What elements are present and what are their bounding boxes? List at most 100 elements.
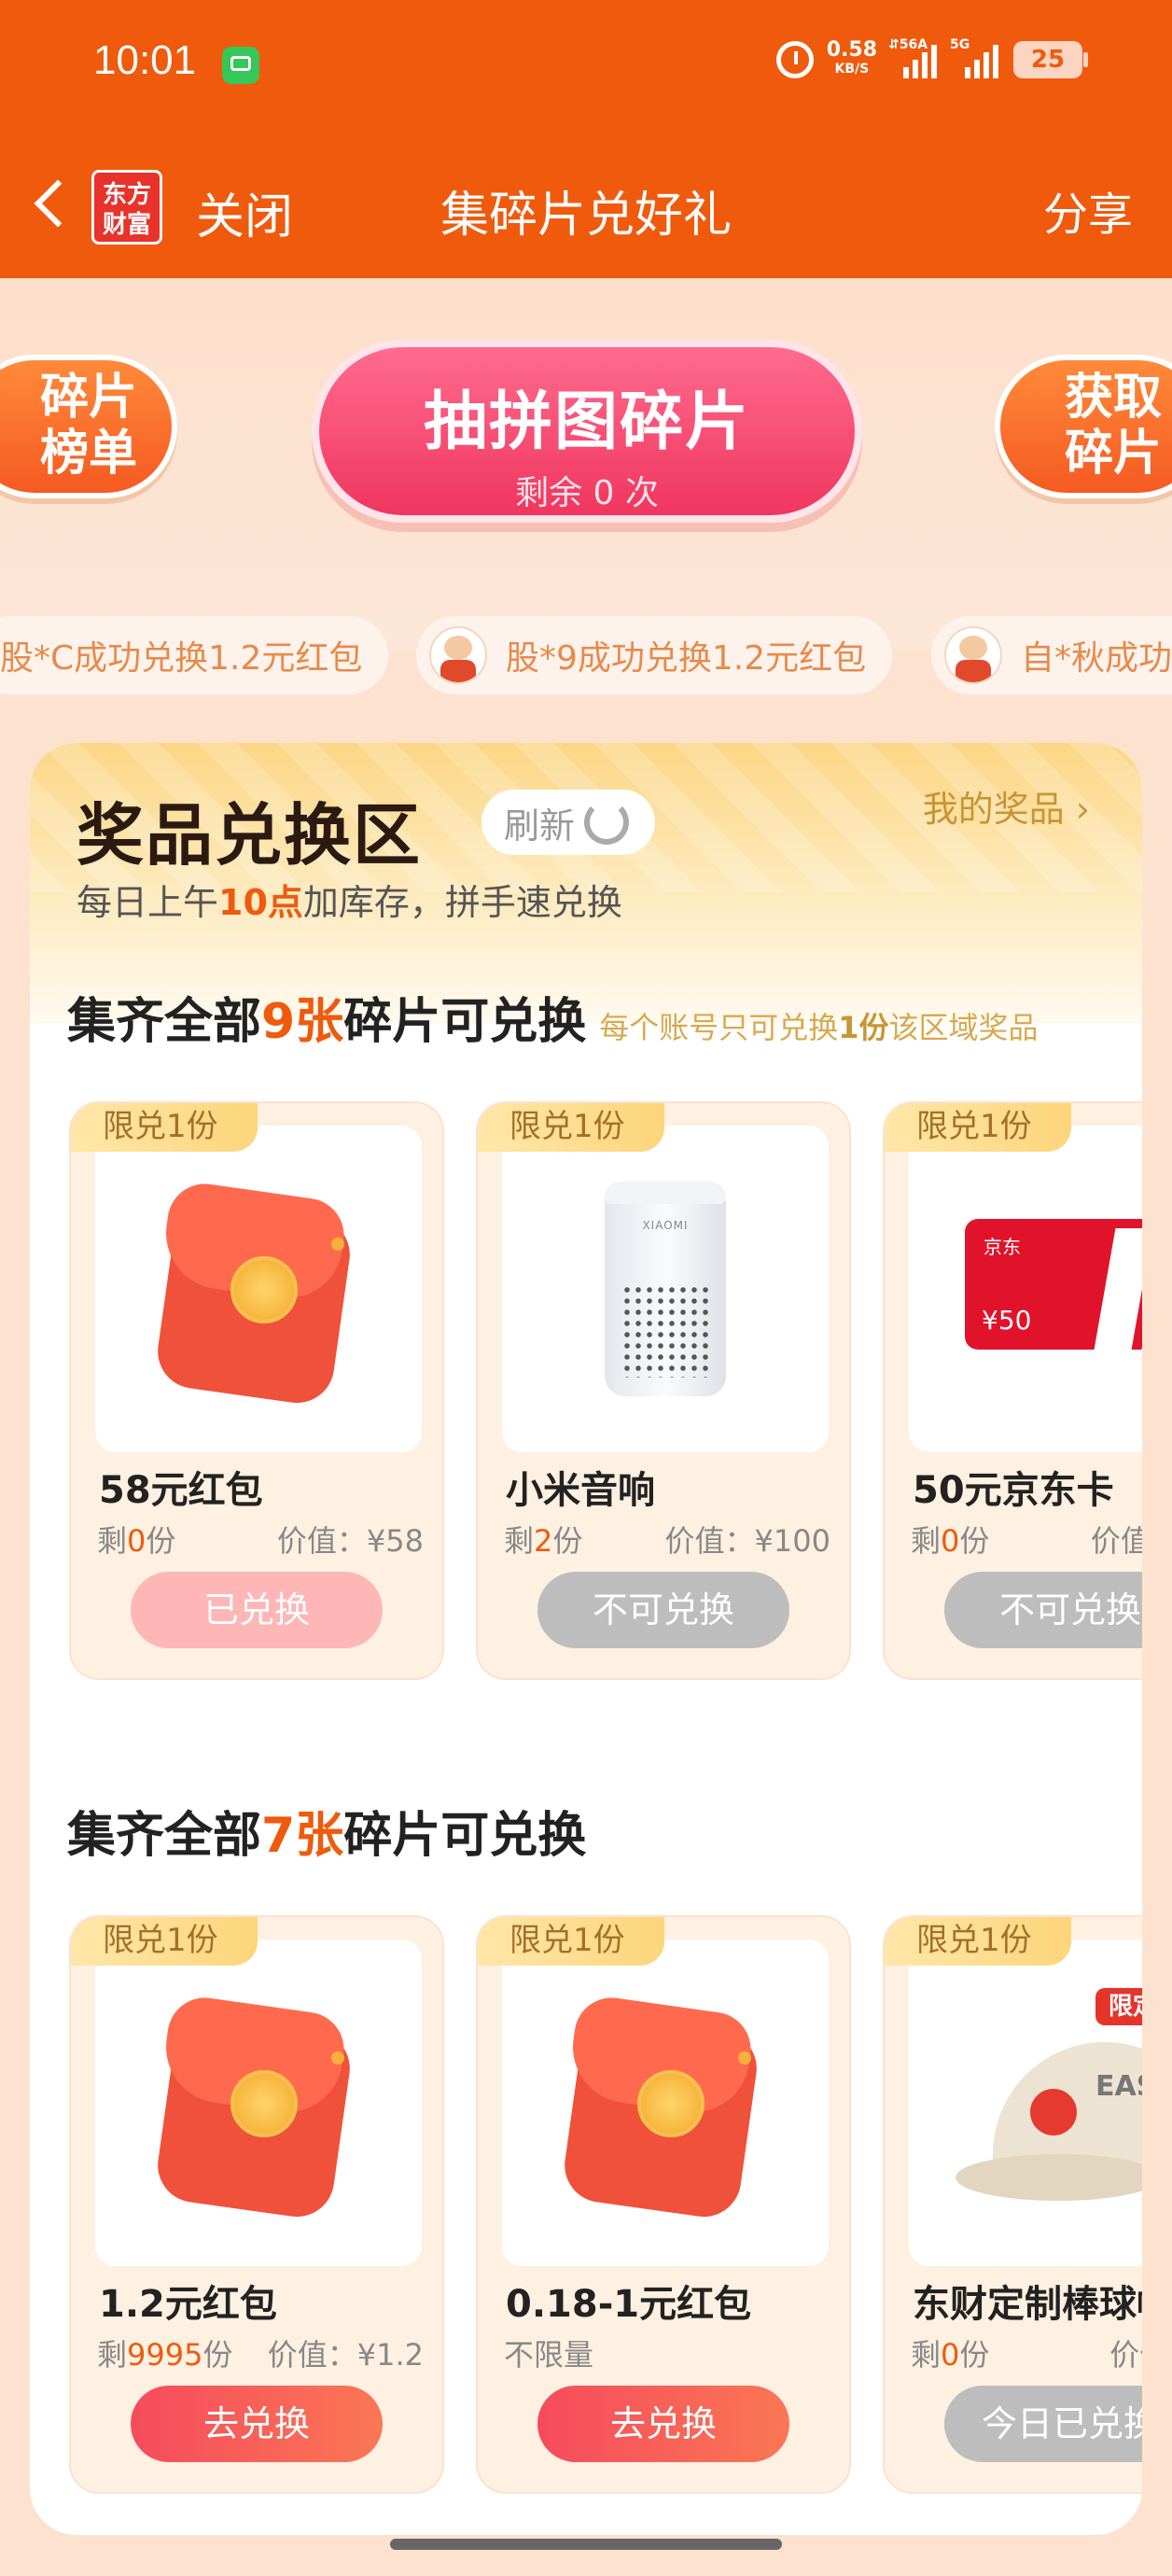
baseball-cap-icon: EAST 限定 <box>956 1988 1142 2210</box>
draw-fragment-button[interactable]: 抽拼图碎片 剩余 0 次 <box>312 340 862 523</box>
card-logo: 京东 <box>984 1236 1021 1258</box>
cap-text: EAST <box>1095 2070 1142 2103</box>
prize-value: 价值：¥1.2 <box>267 2337 424 2373</box>
prize-name: 58元红包 <box>99 1469 263 1512</box>
prize-image <box>95 1939 422 2266</box>
restock-note: 每日上午10点加库存，拼手速兑换 <box>77 874 622 925</box>
redeemed-today-button[interactable]: 今日已兑换 <box>944 2386 1142 2462</box>
share-button[interactable]: 分享 <box>1043 177 1133 243</box>
prize-value: 价值：¥58 <box>276 1523 424 1559</box>
prize-name: 东财定制棒球帽 <box>913 2283 1142 2326</box>
remaining-count: 剩2份 <box>504 1523 583 1559</box>
get-fragments-button[interactable]: 获取碎片 <box>995 355 1172 498</box>
top-bar: 10:01 0.58 KB/S ⇵56A 5G 25 东方财富 关闭 集碎片兑好… <box>0 0 1172 278</box>
network-speed-unit: KB/S <box>834 62 870 77</box>
prize-meta: 剩2份 价值：¥100 <box>504 1518 830 1561</box>
prize-value: 价值：¥50 <box>1090 1523 1142 1559</box>
limit-tag: 限兑1份 <box>71 1103 258 1152</box>
remaining-count: 剩9995份 <box>97 2337 233 2373</box>
speaker-icon: XIAOMI <box>605 1182 726 1396</box>
redeemed-button[interactable]: 已兑换 <box>131 1572 383 1648</box>
ticker-text: 股*C成功兑换1.2元红包 <box>0 639 363 678</box>
section-title-9: 集齐全部9张碎片可兑换 每个账号只可兑换1份该区域奖品 <box>67 982 1039 1052</box>
ticker-item: 股*9成功兑换1.2元红包 <box>416 616 893 694</box>
back-arrow-icon[interactable] <box>28 174 73 239</box>
refresh-label: 刷新 <box>504 805 576 847</box>
prize-name: 0.18-1元红包 <box>506 2283 752 2326</box>
section-title-count: 9张 <box>261 994 344 1050</box>
ticker-text: 股*9成功兑换1.2元红包 <box>506 639 867 678</box>
prize-meta: 剩9995份 价值：¥1.2 <box>97 2331 424 2374</box>
network-speed: 0.58 KB/S <box>826 38 877 78</box>
prize-meta: 剩0份 价值：¥1 <box>911 2331 1142 2374</box>
status-time: 10:01 <box>93 37 197 83</box>
exchange-ticker: 股*C成功兑换1.2元红包 股*9成功兑换1.2元红包 自*秋成功兑换1.2元红… <box>0 616 1172 698</box>
prize-meta: 不限量 <box>504 2331 830 2374</box>
alarm-icon <box>775 41 814 78</box>
prize-image: XIAOMI <box>502 1126 829 1452</box>
prize-name: 1.2元红包 <box>99 2283 277 2326</box>
sim1-label: ⇵56A <box>888 37 928 52</box>
prize-card[interactable]: 限兑1份 XIAOMI 小米音响 剩2份 价值：¥100 不可兑换 <box>476 1101 851 1680</box>
limit-note-count: 1份 <box>838 1010 889 1045</box>
prize-card[interactable]: 限兑1份 1.2元红包 剩9995份 价值：¥1.2 去兑换 <box>69 1915 444 2494</box>
prize-card[interactable]: 限兑1份 EAST 限定 东财定制棒球帽 剩0份 价值：¥1 今日已兑换 <box>883 1915 1142 2494</box>
remaining-count: 剩0份 <box>97 1523 176 1559</box>
refresh-button[interactable]: 刷新 <box>481 790 655 855</box>
prize-value: 价值：¥100 <box>664 1523 830 1559</box>
prize-meta: 剩0份 价值：¥50 <box>911 1518 1142 1561</box>
section-title-pre: 集齐全部 <box>67 994 262 1050</box>
restock-note-post: 加库存，拼手速兑换 <box>302 882 622 923</box>
redeem-button[interactable]: 去兑换 <box>537 2386 789 2462</box>
user-avatar-icon <box>944 626 1002 684</box>
fragment-ranking-button[interactable]: 碎片榜单 <box>0 355 177 498</box>
home-indicator[interactable] <box>390 2539 782 2550</box>
sim2-label: 5G <box>950 37 970 52</box>
redeem-button[interactable]: 去兑换 <box>131 2386 383 2462</box>
my-prizes-link[interactable]: 我的奖品 › <box>923 780 1090 832</box>
user-avatar-icon <box>429 626 487 684</box>
prize-card[interactable]: 限兑1份 58元红包 剩0份 价值：¥58 已兑换 <box>69 1101 444 1680</box>
prize-image: 京东 ¥50 <box>909 1126 1142 1452</box>
close-button[interactable]: 关闭 <box>196 177 293 247</box>
get-fragments-label: 获取碎片 <box>1064 370 1162 482</box>
limit-tag: 限兑1份 <box>885 1103 1071 1152</box>
unavailable-button[interactable]: 不可兑换 <box>944 1572 1142 1648</box>
status-bar: 10:01 0.58 KB/S ⇵56A 5G 25 <box>0 0 1172 131</box>
ticker-text: 自*秋成功兑换1.2元红包 <box>1021 639 1172 678</box>
remaining-count: 剩0份 <box>911 2337 990 2373</box>
prize-image <box>502 1939 829 2266</box>
remaining-count: 剩0份 <box>911 1523 990 1559</box>
ticker-item: 股*C成功兑换1.2元红包 <box>0 616 389 694</box>
prize-row-7: 限兑1份 1.2元红包 剩9995份 价值：¥1.2 去兑换 限兑1份 0.18… <box>69 1915 1142 2513</box>
prize-card[interactable]: 限兑1份 0.18-1元红包 不限量 去兑换 <box>476 1915 851 2494</box>
unavailable-button[interactable]: 不可兑换 <box>537 1572 789 1648</box>
limited-badge: 限定 <box>1095 1988 1142 2025</box>
limit-tag: 限兑1份 <box>478 1103 664 1152</box>
prize-zone-title: 奖品兑换区 <box>77 795 423 875</box>
restock-note-pre: 每日上午 <box>77 882 219 923</box>
prize-image: EAST 限定 <box>909 1939 1142 2266</box>
section-title-post: 碎片可兑换 <box>343 994 587 1050</box>
limit-tag: 限兑1份 <box>885 1917 1071 1966</box>
prize-name: 50元京东卡 <box>913 1469 1114 1512</box>
prize-card[interactable]: 限兑1份 京东 ¥50 50元京东卡 剩0份 价值：¥50 不可兑换 <box>883 1101 1142 1680</box>
limit-note: 每个账号只可兑换1份该区域奖品 <box>599 1010 1038 1045</box>
signal-icon-sim1: ⇵56A <box>888 37 939 78</box>
network-speed-value: 0.58 <box>826 38 877 62</box>
speaker-brand: XIAOMI <box>642 1219 689 1232</box>
prize-exchange-panel: 奖品兑换区 刷新 我的奖品 › 每日上午10点加库存，拼手速兑换 集齐全部9张碎… <box>30 743 1142 2535</box>
prize-value: 价值：¥1 <box>1109 2337 1142 2373</box>
hero-section: 碎片榜单 抽拼图碎片 剩余 0 次 获取碎片 股*C成功兑换1.2元红包 股*9… <box>0 278 1172 694</box>
page-title: 集碎片兑好礼 <box>440 188 732 244</box>
limit-tag: 限兑1份 <box>478 1917 664 1966</box>
restock-time: 10点 <box>218 882 303 923</box>
refresh-icon <box>584 800 630 845</box>
status-icons: 0.58 KB/S ⇵56A 5G 25 <box>775 37 1088 82</box>
red-envelope-pouch-icon <box>153 1179 355 1408</box>
red-envelope-pouch-icon <box>560 1993 761 2222</box>
battery-icon: 25 <box>1013 41 1088 78</box>
draw-fragment-label: 抽拼图碎片 <box>423 385 750 459</box>
ticker-item: 自*秋成功兑换1.2元红包 <box>931 616 1172 694</box>
section-title-pre: 集齐全部 <box>67 1808 262 1864</box>
